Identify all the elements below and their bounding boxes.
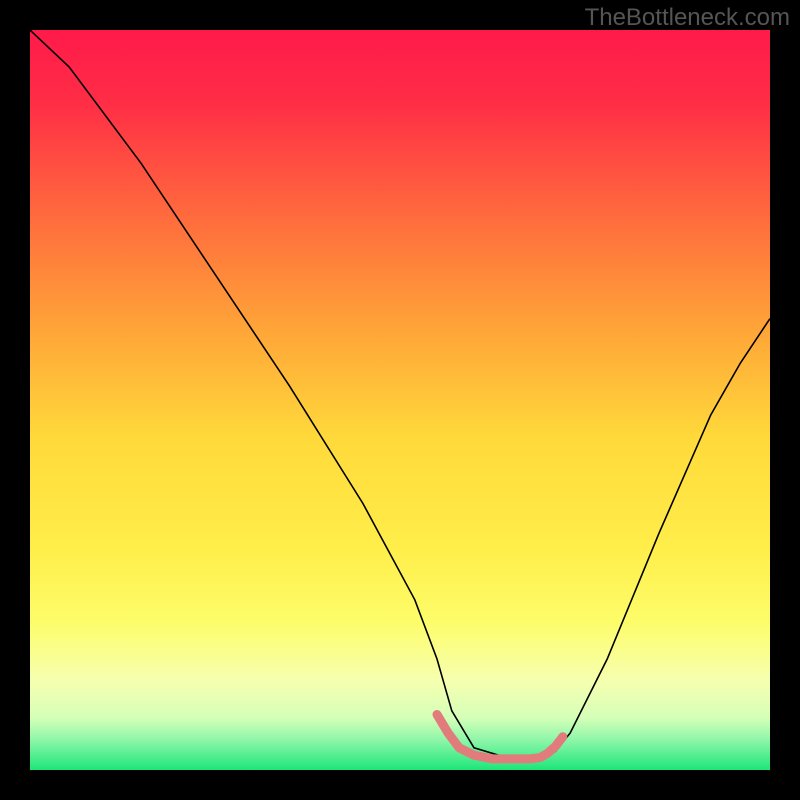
watermark-text: TheBottleneck.com (585, 4, 790, 32)
chart-background (30, 30, 770, 770)
chart-frame: TheBottleneck.com (0, 0, 800, 800)
bottleneck-chart (30, 30, 770, 770)
